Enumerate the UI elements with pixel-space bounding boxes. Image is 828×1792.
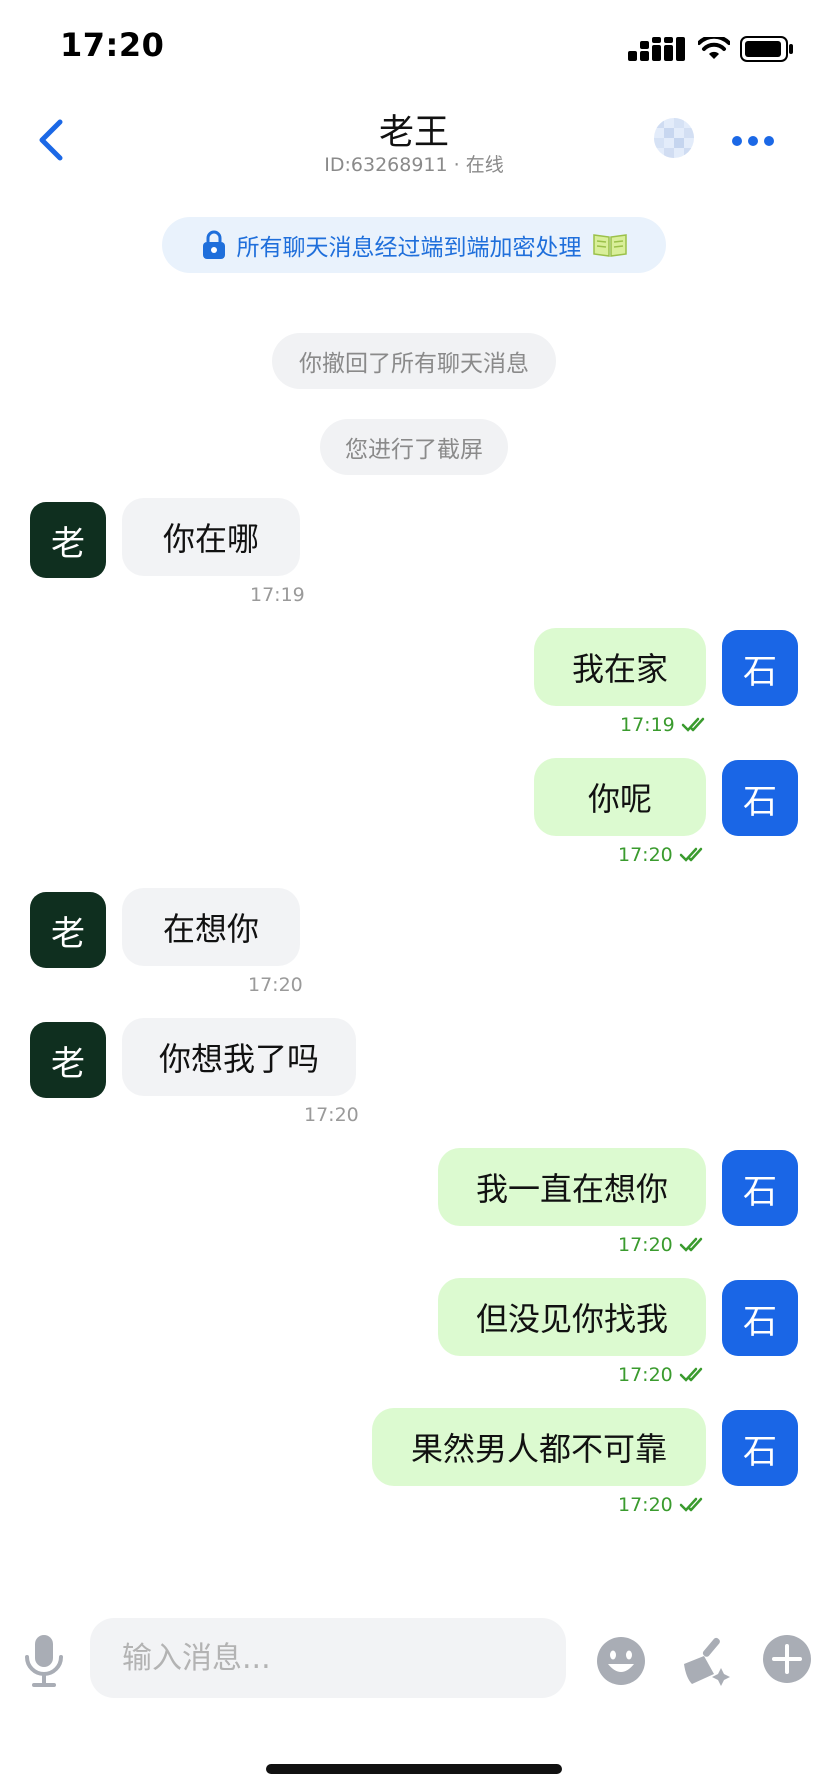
plus-icon xyxy=(763,1635,811,1683)
self-avatar[interactable]: 石 xyxy=(722,760,798,836)
message-bubble-outgoing[interactable]: 果然男人都不可靠 xyxy=(372,1408,706,1486)
self-avatar[interactable]: 石 xyxy=(722,1150,798,1226)
double-check-icon xyxy=(679,1237,703,1252)
message-bubble-outgoing[interactable]: 但没见你找我 xyxy=(438,1278,706,1356)
message-time-outgoing: 17:20 xyxy=(618,844,709,866)
book-icon xyxy=(592,234,627,257)
clean-button[interactable] xyxy=(678,1634,732,1688)
contact-avatar[interactable]: 老 xyxy=(30,502,106,578)
double-check-icon xyxy=(679,1497,703,1512)
encryption-notice[interactable]: 所有聊天消息经过端到端加密处理 xyxy=(162,217,666,273)
message-time-outgoing: 17:19 xyxy=(620,714,711,736)
message-time: 17:20 xyxy=(248,974,303,996)
microphone-icon xyxy=(25,1635,63,1687)
self-avatar[interactable]: 石 xyxy=(722,1280,798,1356)
more-button[interactable] xyxy=(726,126,780,156)
message-time: 17:20 xyxy=(304,1104,359,1126)
message-bubble-incoming[interactable]: 你在哪 xyxy=(122,498,300,576)
message-time-outgoing: 17:20 xyxy=(618,1234,709,1256)
broom-icon xyxy=(684,1637,730,1686)
double-check-icon xyxy=(679,1367,703,1382)
message-bubble-incoming[interactable]: 你想我了吗 xyxy=(122,1018,356,1096)
contact-avatar[interactable]: 老 xyxy=(30,1022,106,1098)
contact-avatar[interactable]: 老 xyxy=(30,892,106,968)
message-bubble-incoming[interactable]: 在想你 xyxy=(122,888,300,966)
emoji-button[interactable] xyxy=(596,1636,646,1686)
message-bubble-outgoing[interactable]: 我一直在想你 xyxy=(438,1148,706,1226)
message-time-outgoing: 17:20 xyxy=(618,1494,709,1516)
more-icon xyxy=(732,136,742,146)
status-time: 17:20 xyxy=(60,26,165,64)
wifi-icon xyxy=(698,37,730,59)
signal-icon xyxy=(628,37,685,61)
plus-button[interactable] xyxy=(762,1634,812,1684)
message-input[interactable] xyxy=(90,1618,566,1698)
encryption-notice-text: 所有聊天消息经过端到端加密处理 xyxy=(236,235,582,261)
system-notice-screenshot: 您进行了截屏 xyxy=(320,419,508,475)
self-avatar[interactable]: 石 xyxy=(722,630,798,706)
chat-title: 老王 xyxy=(378,113,449,153)
home-indicator[interactable] xyxy=(266,1764,562,1774)
contact-avatar-header[interactable] xyxy=(654,118,694,158)
status-icons xyxy=(628,34,794,64)
chat-subtitle: ID:63268911 · 在线 xyxy=(324,154,504,176)
voice-button[interactable] xyxy=(22,1633,66,1689)
double-check-icon xyxy=(681,717,705,732)
message-bubble-outgoing[interactable]: 你呢 xyxy=(534,758,706,836)
self-avatar[interactable]: 石 xyxy=(722,1410,798,1486)
system-notice-recalled: 你撤回了所有聊天消息 xyxy=(272,333,556,389)
message-bubble-outgoing[interactable]: 我在家 xyxy=(534,628,706,706)
lock-icon xyxy=(202,230,225,259)
message-time-outgoing: 17:20 xyxy=(618,1364,709,1386)
double-check-icon xyxy=(679,847,703,862)
battery-icon xyxy=(740,36,793,62)
emoji-icon xyxy=(597,1637,645,1685)
message-time: 17:19 xyxy=(250,584,305,606)
blurred-avatar-image xyxy=(654,118,694,158)
